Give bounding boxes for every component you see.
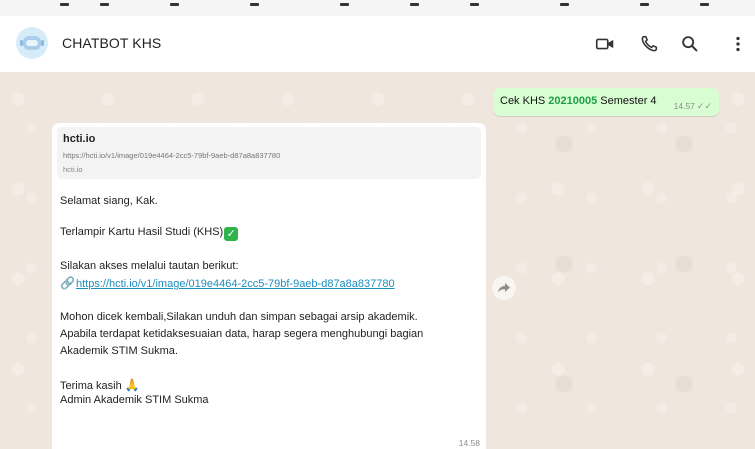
attachment-text: Terlampir Kartu Hasil Studi (KHS) ✓: [60, 226, 239, 241]
paragraph-line-3: Akademik STIM Sukma.: [60, 345, 178, 357]
link-preview-url: https://hcti.io/v1/image/019e4464-2cc5-7…: [63, 151, 281, 160]
search-icon[interactable]: [679, 33, 701, 55]
outgoing-message[interactable]: Cek KHS 20210005 Semester 4 14.57 ✓✓: [493, 88, 719, 116]
forward-button[interactable]: [492, 276, 516, 300]
chat-title[interactable]: CHATBOT KHS: [62, 35, 161, 51]
link-preview-title: hcti.io: [63, 133, 96, 145]
link-chain-icon: 🔗: [60, 276, 75, 290]
read-receipt-icon: ✓✓: [696, 101, 712, 111]
thanks-line: Terima kasih 🙏: [60, 378, 140, 392]
paragraph-line-1: Mohon dicek kembali,Silakan unduh dan si…: [60, 311, 418, 323]
more-options-icon[interactable]: [727, 33, 749, 55]
paragraph-line-2: Apabila terdapat ketidaksesuaian data, h…: [60, 328, 424, 340]
access-text: Silakan akses melalui tautan berikut:: [60, 260, 239, 272]
forward-icon: [498, 283, 510, 293]
greeting-text: Selamat siang, Kak.: [60, 195, 158, 207]
khs-link[interactable]: https://hcti.io/v1/image/019e4464-2cc5-7…: [76, 278, 395, 290]
video-call-icon[interactable]: [594, 33, 616, 55]
bot-avatar[interactable]: [16, 27, 48, 59]
incoming-message[interactable]: hcti.io https://hcti.io/v1/image/019e446…: [52, 123, 486, 449]
link-preview[interactable]: hcti.io https://hcti.io/v1/image/019e446…: [57, 127, 481, 179]
incoming-timestamp: 14.58: [458, 438, 480, 448]
voice-call-icon[interactable]: [638, 33, 660, 55]
praying-hands-icon: 🙏: [124, 378, 140, 392]
link-line: 🔗https://hcti.io/v1/image/019e4464-2cc5-…: [60, 276, 395, 290]
nim-number: 20210005: [548, 95, 598, 107]
signature-text: Admin Akademik STIM Sukma: [60, 394, 209, 406]
outgoing-timestamp: 14.57 ✓✓: [673, 101, 712, 111]
link-preview-domain: hcti.io: [63, 165, 83, 174]
check-mark-icon: ✓: [224, 227, 239, 241]
status-strip: [0, 0, 755, 16]
chat-header: CHATBOT KHS: [0, 16, 755, 72]
outgoing-message-text: Cek KHS 20210005 Semester 4: [500, 95, 657, 107]
